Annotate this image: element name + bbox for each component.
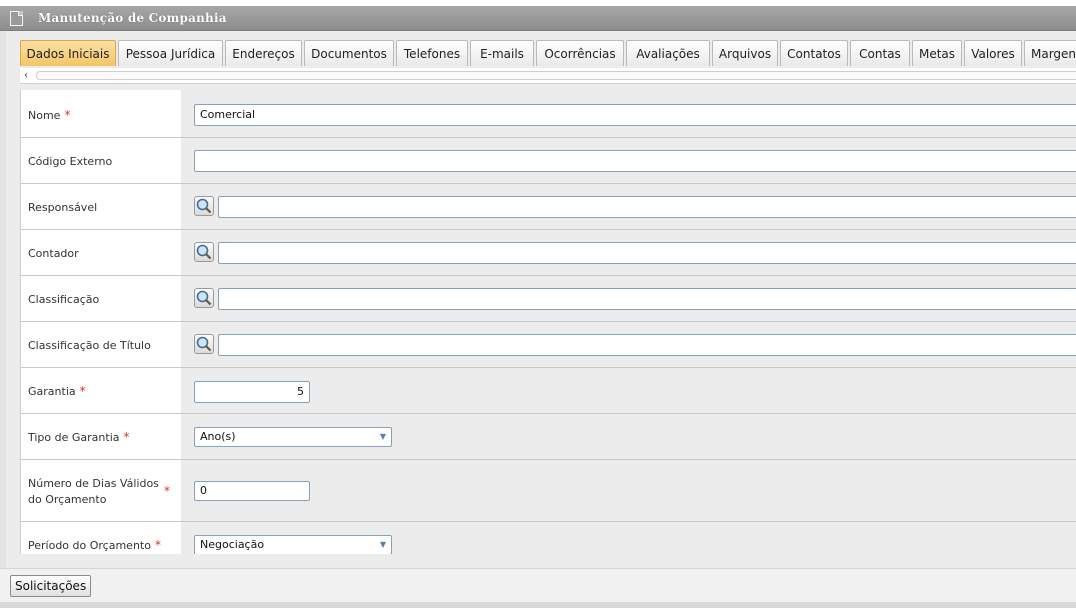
classificacao-titulo-lookup-button[interactable] [194,334,214,354]
periodo-orcamento-select[interactable]: Negociação ▼ [194,535,392,554]
document-icon [10,11,23,26]
label-nome: Nome * [28,108,71,122]
responsavel-input[interactable] [218,196,1076,218]
label-classificacao: Classificação [28,293,100,306]
chevron-down-icon: ▼ [379,432,386,441]
tab-documentos[interactable]: Documentos [304,40,394,66]
tab-pessoa-juridica[interactable]: Pessoa Jurídica [118,40,223,66]
label-classificacao-titulo: Classificação de Título [28,339,151,352]
magnifier-icon [196,198,212,214]
tab-contatos[interactable]: Contatos [780,40,848,66]
footer-bar: Solicitações [0,568,1076,603]
dias-validos-input[interactable]: 0 [194,481,310,501]
row-responsavel: Responsável [21,184,1076,230]
tab-enderecos[interactable]: Endereços [225,40,302,66]
row-classificacao-titulo: Classificação de Título [21,322,1076,368]
window-title: Manutenção de Companhia [38,11,227,25]
row-contador: Contador [21,230,1076,276]
label-codigo-externo: Código Externo [28,155,113,168]
tab-telefones[interactable]: Telefones [396,40,468,66]
label-dias-validos-line2: do Orçamento [28,493,107,506]
tipo-garantia-value: Ano(s) [200,430,236,443]
required-mark: * [79,384,86,398]
magnifier-icon [196,290,212,306]
tab-strip: Dados Iniciais Pessoa Jurídica Endereços… [10,40,1076,68]
required-mark: * [164,484,170,498]
tab-margem[interactable]: Margen [1024,40,1076,66]
tab-arquivos[interactable]: Arquivos [712,40,778,66]
company-maintenance-window: Manutenção de Companhia Dados Iniciais P… [0,0,1076,608]
solicitacoes-button[interactable]: Solicitações [10,575,92,597]
periodo-orcamento-value: Negociação [200,538,265,551]
bottom-bar [0,602,1076,608]
magnifier-icon [196,336,212,352]
row-tipo-garantia: Tipo de Garantia * Ano(s) ▼ [21,414,1076,460]
tab-dados-iniciais[interactable]: Dados Iniciais [20,40,116,66]
chevron-down-icon: ▼ [379,540,386,549]
label-contador: Contador [28,247,79,260]
row-classificacao: Classificação [21,276,1076,322]
row-nome: Nome * Comercial [21,90,1076,138]
classificacao-input[interactable] [218,288,1076,310]
codigo-externo-input[interactable] [194,150,1076,172]
label-dias-validos-line1: Número de Dias Válidos [28,477,159,490]
tab-avaliacoes[interactable]: Avaliações [626,40,710,66]
label-garantia: Garantia * [28,384,86,398]
row-codigo-externo: Código Externo [21,138,1076,184]
tab-valores[interactable]: Valores [964,40,1022,66]
contador-lookup-button[interactable] [194,242,214,262]
label-responsavel: Responsável [28,201,98,214]
tab-metas[interactable]: Metas [912,40,962,66]
required-mark: * [123,430,130,444]
classificacao-titulo-input[interactable] [218,334,1076,356]
tab-ocorrencias[interactable]: Ocorrências [536,40,624,66]
classificacao-lookup-button[interactable] [194,288,214,308]
label-tipo-garantia: Tipo de Garantia * [28,430,130,444]
tab-scroller: ‹ [20,68,1076,84]
row-dias-validos: Número de Dias Válidos do Orçamento * 0 [21,460,1076,522]
scroll-left-icon[interactable]: ‹ [24,68,28,83]
label-periodo-orcamento: Período do Orçamento * [28,538,161,552]
required-mark: * [154,538,161,552]
responsavel-lookup-button[interactable] [194,196,214,216]
magnifier-icon [196,244,212,260]
tipo-garantia-select[interactable]: Ano(s) ▼ [194,427,392,447]
contador-input[interactable] [218,242,1076,264]
nome-input[interactable]: Comercial [194,104,1076,126]
row-periodo-orcamento: Período do Orçamento * Negociação ▼ [21,522,1076,554]
required-mark: * [64,108,71,122]
row-garantia: Garantia * 5 [21,368,1076,414]
garantia-input[interactable]: 5 [194,381,310,403]
tab-contas[interactable]: Contas [850,40,910,66]
window-titlebar: Manutenção de Companhia [0,6,1076,31]
tab-scrollbar[interactable] [36,71,1076,80]
tab-emails[interactable]: E-mails [470,40,534,66]
form-dados-iniciais: Nome * Comercial Código Externo Responsáv… [20,90,1076,554]
